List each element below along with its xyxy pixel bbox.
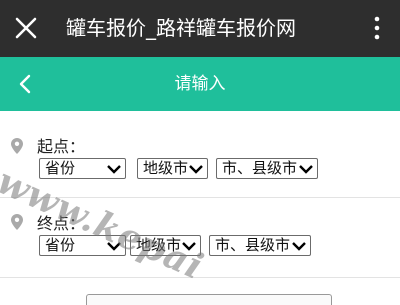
chevron-down-icon [189, 165, 203, 174]
destination-label: 终点： [37, 214, 86, 233]
destination-county-value: 市、县级市 [215, 236, 291, 254]
origin-city-value: 地级市 [143, 159, 189, 177]
destination-county-select[interactable]: 市、县级市 [209, 235, 311, 256]
close-icon[interactable] [14, 16, 38, 40]
input-header: 请输入 [0, 57, 400, 111]
header-title: 请输入 [174, 74, 226, 94]
app-top-bar: 罐车报价_路祥罐车报价网 [0, 0, 400, 57]
chevron-down-icon [292, 242, 306, 251]
chevron-down-icon [299, 165, 313, 174]
origin-city-select[interactable]: 地级市 [137, 158, 208, 179]
origin-label: 起点： [37, 137, 86, 156]
more-vertical-icon[interactable] [374, 16, 380, 40]
location-pin-icon [11, 214, 23, 230]
chevron-down-icon [107, 165, 121, 174]
location-pin-icon [11, 138, 23, 154]
destination-province-select[interactable]: 省份 [39, 235, 126, 256]
chevron-down-icon [182, 242, 196, 251]
origin-province-value: 省份 [45, 159, 76, 177]
origin-province-select[interactable]: 省份 [39, 158, 126, 179]
watermark-text: www.kepai [0, 160, 210, 289]
chevron-down-icon [107, 242, 121, 251]
chevron-left-icon[interactable] [16, 72, 36, 96]
destination-city-select[interactable]: 地级市 [130, 235, 201, 256]
section-divider [0, 277, 400, 278]
origin-county-value: 市、县级市 [222, 159, 298, 177]
page-title: 罐车报价_路祥罐车报价网 [66, 16, 296, 40]
section-divider [0, 197, 400, 198]
destination-city-value: 地级市 [136, 236, 182, 254]
origin-county-select[interactable]: 市、县级市 [216, 158, 318, 179]
destination-province-value: 省份 [45, 236, 76, 254]
